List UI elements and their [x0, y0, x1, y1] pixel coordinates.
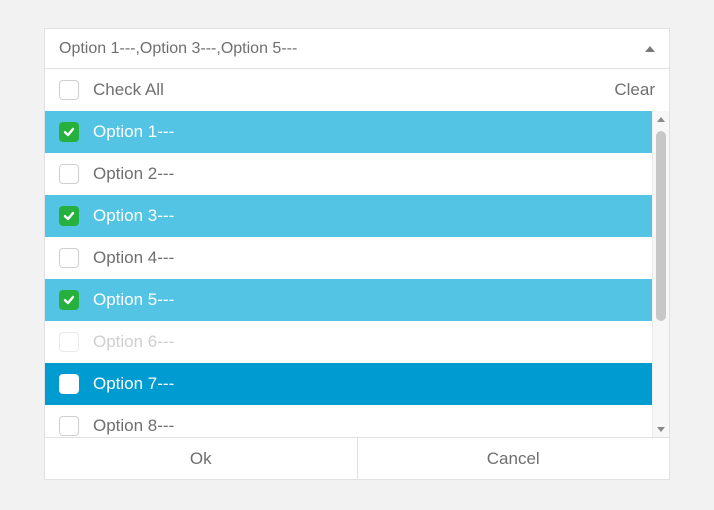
- cancel-button[interactable]: Cancel: [357, 438, 670, 479]
- option-label: Option 3---: [93, 206, 174, 226]
- scrollbar-track[interactable]: [653, 127, 669, 421]
- option-label: Option 6---: [93, 332, 174, 352]
- dropdown-header[interactable]: Option 1---,Option 3---,Option 5---: [45, 29, 669, 69]
- option-label: Option 8---: [93, 416, 174, 436]
- option-label: Option 4---: [93, 248, 174, 268]
- dropdown-body: Option 1--- Option 2--- Option 3--- Option …: [45, 111, 669, 437]
- option-checkbox[interactable]: [59, 416, 79, 436]
- option-row[interactable]: Option 8---: [45, 405, 652, 437]
- check-all-label[interactable]: Check All: [93, 80, 614, 100]
- option-checkbox[interactable]: [59, 164, 79, 184]
- scrollbar[interactable]: [652, 111, 669, 437]
- dropdown-footer: Ok Cancel: [45, 437, 669, 479]
- scrollbar-thumb[interactable]: [656, 131, 666, 321]
- option-label: Option 1---: [93, 122, 174, 142]
- option-row[interactable]: Option 2---: [45, 153, 652, 195]
- ok-button[interactable]: Ok: [45, 438, 357, 479]
- option-row[interactable]: Option 3---: [45, 195, 652, 237]
- option-row: Option 6---: [45, 321, 652, 363]
- check-all-checkbox[interactable]: [59, 80, 79, 100]
- caret-up-icon: [645, 46, 655, 52]
- scroll-down-button[interactable]: [653, 421, 669, 437]
- option-row[interactable]: Option 4---: [45, 237, 652, 279]
- option-checkbox[interactable]: [59, 122, 79, 142]
- option-checkbox: [59, 332, 79, 352]
- selected-summary: Option 1---,Option 3---,Option 5---: [59, 40, 297, 58]
- option-label: Option 2---: [93, 164, 174, 184]
- dropdown-controls: Check All Clear: [45, 69, 669, 111]
- option-row[interactable]: Option 5---: [45, 279, 652, 321]
- scroll-up-button[interactable]: [653, 111, 669, 127]
- triangle-up-icon: [657, 117, 665, 122]
- option-label: Option 7---: [93, 374, 174, 394]
- triangle-down-icon: [657, 427, 665, 432]
- clear-button[interactable]: Clear: [614, 80, 655, 100]
- option-checkbox[interactable]: [59, 290, 79, 310]
- option-list: Option 1--- Option 2--- Option 3--- Option …: [45, 111, 652, 437]
- option-row[interactable]: Option 1---: [45, 111, 652, 153]
- option-checkbox[interactable]: [59, 374, 79, 394]
- option-row[interactable]: Option 7---: [45, 363, 652, 405]
- multiselect-dropdown: Option 1---,Option 3---,Option 5--- Chec…: [44, 28, 670, 480]
- option-label: Option 5---: [93, 290, 174, 310]
- option-checkbox[interactable]: [59, 248, 79, 268]
- option-checkbox[interactable]: [59, 206, 79, 226]
